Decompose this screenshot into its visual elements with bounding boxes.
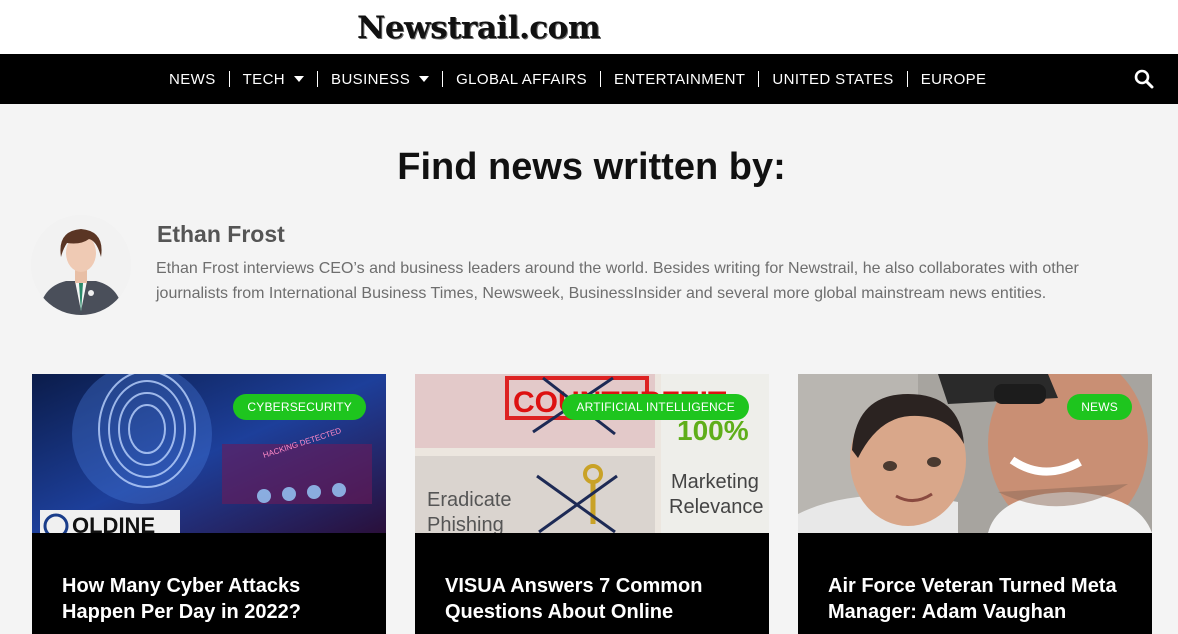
- page-title: Find news written by:: [397, 146, 786, 188]
- nav-item-news[interactable]: NEWS: [156, 71, 229, 88]
- article-title[interactable]: Air Force Veteran Turned Meta Manager: A…: [828, 573, 1128, 625]
- nav-item-europe[interactable]: EUROPE: [908, 71, 1000, 88]
- nav-item-label: NEWS: [169, 70, 216, 88]
- nav-menu: NEWS TECH BUSINESS GLOBAL AFFAIRS ENTERT…: [156, 54, 999, 104]
- image-text: Phishing: [427, 514, 504, 533]
- article-title[interactable]: How Many Cyber Attacks Happen Per Day in…: [62, 573, 362, 625]
- author-name: Ethan Frost: [157, 221, 285, 247]
- article-card[interactable]: NEWS Air Force Veteran Turned Meta Manag…: [798, 374, 1152, 634]
- article-title[interactable]: VISUA Answers 7 Common Questions About O…: [445, 573, 745, 625]
- chevron-down-icon[interactable]: [419, 76, 430, 82]
- nav-item-label: EUROPE: [920, 70, 987, 88]
- nav-item-tech[interactable]: TECH: [230, 71, 317, 88]
- article-card[interactable]: COUNTERFEIT 100% Marketing Relevance Era…: [415, 374, 769, 634]
- category-badge[interactable]: NEWS: [1067, 394, 1132, 420]
- article-card[interactable]: HACKING DETECTED OLDINE CYBERSECURITY Ho…: [32, 374, 386, 634]
- nav-item-label: UNITED STATES: [772, 70, 894, 88]
- image-text: Marketing: [671, 471, 759, 493]
- nav-item-global-affairs[interactable]: GLOBAL AFFAIRS: [443, 71, 600, 88]
- chevron-down-icon[interactable]: [294, 76, 305, 82]
- nav-item-label: ENTERTAINMENT: [614, 70, 746, 88]
- image-text: Relevance: [669, 496, 764, 518]
- image-text: OLDINE: [72, 513, 155, 533]
- category-badge[interactable]: CYBERSECURITY: [233, 394, 366, 420]
- site-logo[interactable]: Newstrail.com: [357, 10, 601, 46]
- avatar: [31, 215, 131, 315]
- nav-item-label: GLOBAL AFFAIRS: [456, 70, 588, 88]
- nav-item-label: TECH: [242, 70, 286, 88]
- image-text: Eradicate: [427, 489, 512, 511]
- nav-item-label: BUSINESS: [331, 70, 411, 88]
- nav-item-business[interactable]: BUSINESS: [318, 71, 442, 88]
- author-bio: Ethan Frost interviews CEO’s and busines…: [156, 260, 1079, 302]
- search-icon[interactable]: [1134, 69, 1154, 89]
- main-nav: NEWS TECH BUSINESS GLOBAL AFFAIRS ENTERT…: [0, 54, 1178, 104]
- category-badge[interactable]: ARTIFICIAL INTELLIGENCE: [562, 394, 749, 420]
- nav-item-entertainment[interactable]: ENTERTAINMENT: [601, 71, 758, 88]
- nav-item-united-states[interactable]: UNITED STATES: [759, 71, 906, 88]
- site-header: Newstrail.com: [0, 0, 1178, 54]
